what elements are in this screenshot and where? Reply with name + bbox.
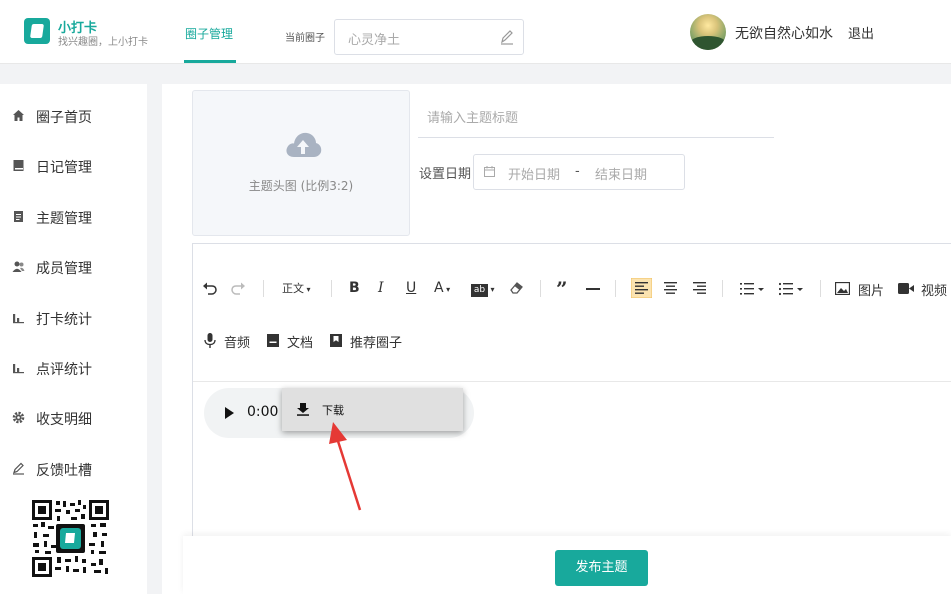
image-icon (835, 282, 850, 295)
sidebar-item-members[interactable]: 成员管理 (0, 247, 147, 287)
microphone-icon (204, 333, 216, 348)
gear-icon (12, 411, 25, 424)
book-icon (13, 160, 24, 171)
background-color-icon[interactable]: ab ▾ (471, 281, 495, 297)
align-left-icon[interactable] (631, 278, 652, 298)
undo-icon[interactable] (202, 281, 217, 295)
current-circle-input[interactable]: 心灵净土 (334, 19, 524, 55)
toolbar-divider-line (193, 381, 951, 382)
cloud-upload-icon (286, 132, 322, 157)
bold-icon[interactable]: B (349, 280, 360, 296)
sidebar-item-label: 成员管理 (36, 261, 92, 277)
sidebar-item-circle-home[interactable]: 圈子首页 (0, 96, 147, 136)
insert-file-button[interactable]: 文档 (267, 332, 319, 351)
cover-upload-text: 主题头图 (比例3:2) (248, 179, 354, 193)
sidebar-item-label: 主题管理 (36, 211, 92, 227)
user-name[interactable]: 无欲自然心如水 (735, 23, 833, 43)
home-icon (13, 110, 24, 121)
redo-icon[interactable] (231, 281, 246, 295)
toolbar-divider (540, 280, 541, 297)
current-circle-label: 当前圈子 (285, 33, 325, 44)
toolbar-divider (820, 280, 821, 297)
sidebar-item-label: 点评统计 (36, 362, 92, 378)
bookmark-icon (330, 334, 342, 347)
sidebar-item-review-stats[interactable]: 点评统计 (0, 348, 147, 388)
bullet-list-icon[interactable] (778, 281, 807, 296)
image-button-label: 图片 (858, 284, 885, 299)
sidebar-item-label: 收支明细 (36, 412, 92, 428)
sidebar-item-label: 打卡统计 (36, 312, 92, 328)
insert-audio-button[interactable]: 音频 (204, 332, 256, 351)
recommend-circle-button[interactable]: 推荐圈子 (330, 332, 412, 351)
brand-slogan: 找兴趣圈，上小打卡 (58, 37, 148, 48)
start-date-field[interactable]: 开始日期 (508, 164, 560, 183)
eraser-icon[interactable] (509, 281, 524, 295)
sidebar-item-checkin-stats[interactable]: 打卡统计 (0, 298, 147, 338)
sidebar-item-topics[interactable]: 主题管理 (0, 197, 147, 237)
font-color-icon[interactable]: A ▾ (434, 280, 450, 296)
cover-image-upload[interactable]: 主题头图 (比例3:2) (192, 90, 410, 236)
heading-dropdown-label: 正文 (282, 282, 304, 295)
sidebar-item-feedback[interactable]: 反馈吐槽 (0, 449, 147, 489)
pencil-icon (13, 462, 24, 475)
audio-button-label: 音频 (224, 336, 251, 351)
toolbar-divider (615, 280, 616, 297)
sidebar-item-label: 圈子首页 (36, 110, 92, 126)
sidebar-item-finance[interactable]: 收支明细 (0, 398, 147, 438)
date-range-picker[interactable]: 开始日期 - 结束日期 (473, 154, 685, 190)
tab-circle-management[interactable]: 圈子管理 (185, 25, 233, 42)
bar-chart-icon (13, 364, 24, 374)
sidebar-item-diary[interactable]: 日记管理 (0, 146, 147, 186)
logout-link[interactable]: 退出 (848, 23, 874, 42)
video-button-label: 视频 (921, 284, 948, 297)
logo-icon[interactable] (24, 18, 50, 44)
publish-button[interactable]: 发布主题 (555, 550, 648, 586)
active-tab-indicator (184, 60, 236, 63)
date-range-separator: - (575, 164, 580, 179)
blockquote-icon[interactable]: ” (556, 277, 568, 301)
topic-title-input[interactable]: 请输入主题标题 (418, 96, 774, 138)
italic-icon[interactable]: I (378, 280, 384, 296)
horizontal-rule-icon[interactable] (586, 288, 600, 290)
recommend-button-label: 推荐圈子 (350, 336, 403, 351)
underline-icon[interactable]: U (406, 280, 416, 296)
edit-icon[interactable] (500, 29, 514, 45)
document-icon (14, 211, 23, 222)
calendar-icon (484, 166, 495, 177)
video-icon (898, 283, 914, 294)
file-button-label: 文档 (287, 336, 314, 351)
play-icon[interactable] (225, 407, 234, 419)
topic-title-placeholder: 请输入主题标题 (427, 111, 519, 126)
members-icon (12, 261, 25, 272)
insert-video-button[interactable]: 视频 (898, 281, 951, 297)
align-right-icon[interactable] (692, 281, 707, 295)
sidebar-item-label: 反馈吐槽 (36, 463, 92, 479)
toolbar-divider (331, 280, 332, 297)
toolbar-divider (263, 280, 264, 297)
heading-dropdown[interactable]: 正文 ▾ (282, 280, 311, 296)
file-icon (267, 334, 279, 347)
avatar[interactable] (690, 14, 726, 50)
bar-chart-icon (13, 314, 24, 324)
ordered-list-icon[interactable] (740, 281, 768, 295)
align-center-icon[interactable] (663, 281, 678, 295)
download-icon (297, 403, 309, 416)
end-date-field[interactable]: 结束日期 (595, 164, 647, 183)
qr-code-image (31, 499, 110, 578)
current-circle-value: 心灵净土 (348, 33, 401, 48)
toolbar-divider (722, 280, 723, 297)
date-label: 设置日期 (419, 167, 472, 182)
sidebar-item-label: 日记管理 (36, 160, 92, 176)
annotation-arrow (329, 422, 362, 511)
insert-image-button[interactable]: 图片 (835, 281, 891, 299)
